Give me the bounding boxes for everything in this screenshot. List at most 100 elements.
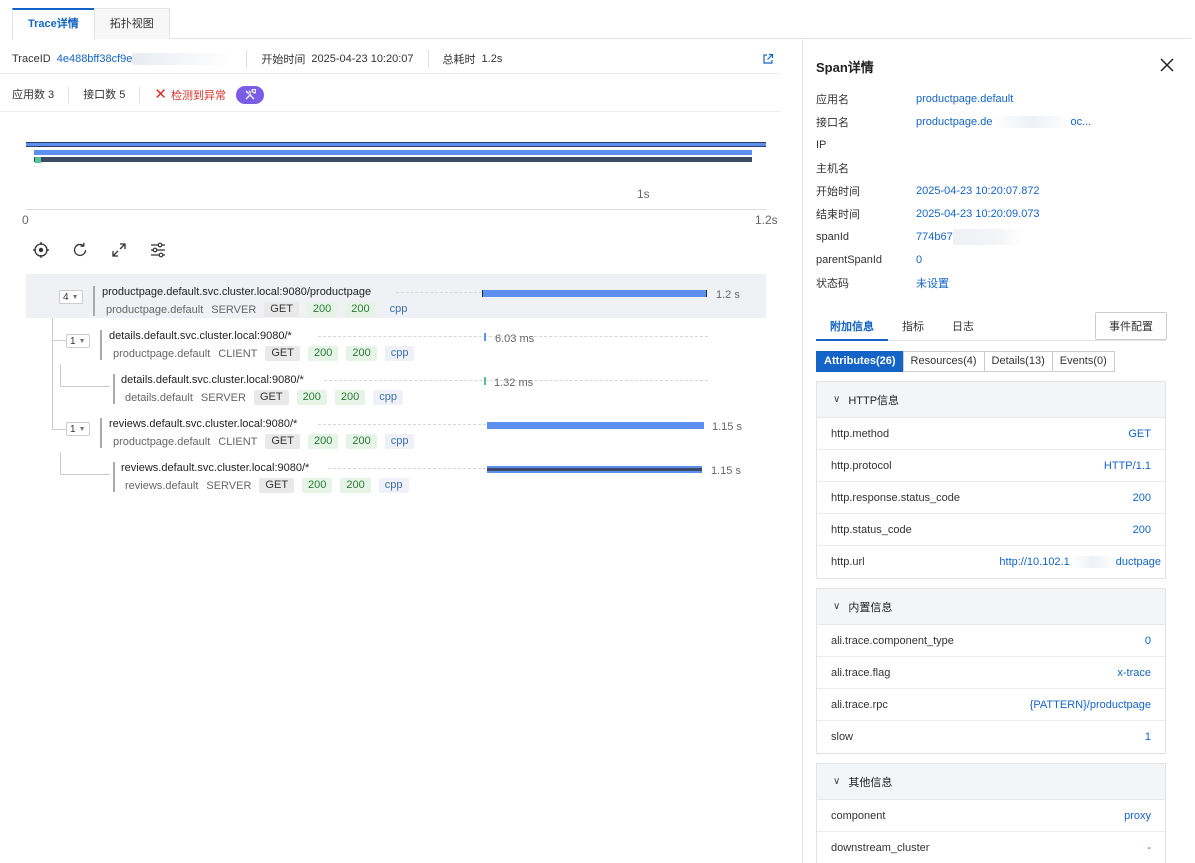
panel-title: Span详情	[816, 60, 874, 75]
span-duration: 1.15 s	[712, 421, 742, 433]
section-header[interactable]: ∨ 内置信息	[817, 589, 1165, 625]
span-row[interactable]: 4 ▼ productpage.default.svc.cluster.local…	[26, 274, 766, 318]
filter-button[interactable]	[147, 239, 169, 261]
tree-toolbar	[30, 239, 186, 261]
status-tag: 200	[306, 302, 338, 317]
field-value: 2025-04-23 10:20:09.073	[916, 208, 1040, 220]
span-duration-bar	[484, 377, 486, 385]
tab-metrics[interactable]: 指标	[888, 317, 938, 341]
status-tag: 200	[340, 478, 371, 493]
span-row[interactable]: 1 ▼ reviews.default.svc.cluster.local:908…	[26, 406, 766, 450]
tab-extra-info[interactable]: 附加信息	[816, 317, 888, 341]
language-tag: cpp	[378, 478, 409, 493]
span-name: productpage.default.svc.cluster.local:90…	[102, 286, 372, 298]
attr-key: http.response.status_code	[831, 491, 961, 504]
span-marker	[93, 286, 95, 316]
status-tag: 200	[345, 302, 376, 317]
field-label: 接口名	[816, 117, 849, 129]
field-start-time: 开始时间 2025-04-23 10:20:07.872	[816, 182, 1186, 200]
child-count-toggle[interactable]: 1 ▼	[66, 334, 90, 348]
segment-details[interactable]: Details(13)	[983, 351, 1053, 372]
target-icon	[33, 242, 49, 258]
diagnose-tool-button[interactable]	[235, 86, 264, 104]
sliders-icon	[151, 242, 165, 258]
span-duration: 1.15 s	[711, 465, 741, 477]
event-config-button[interactable]: 事件配置	[1095, 312, 1167, 340]
timeline-guide	[318, 424, 486, 425]
attr-row: http.method GET	[817, 418, 1165, 450]
attr-value: 200	[1132, 491, 1151, 504]
field-value: 未设置	[916, 278, 949, 290]
attr-value: {PATTERN}/productpage	[1029, 698, 1151, 711]
segment-events[interactable]: Events(0)	[1051, 351, 1115, 372]
tools-icon	[245, 89, 256, 100]
chevron-down-icon: ∨	[833, 601, 841, 612]
status-tag: 200	[346, 434, 377, 449]
trace-id-value[interactable]: 4e488bff38cf9e	[57, 53, 133, 65]
section-title: 内置信息	[848, 601, 893, 614]
tab-logs[interactable]: 日志	[938, 317, 988, 341]
child-count-toggle[interactable]: 4 ▼	[59, 290, 83, 304]
attr-value-wrap[interactable]: http://10.102.1 ductpage	[999, 556, 1161, 568]
segment-attributes[interactable]: Attributes(26)	[816, 351, 904, 372]
field-value[interactable]: productpage.default	[916, 93, 1013, 105]
tab-trace-detail[interactable]: Trace详情	[12, 8, 95, 40]
section-header[interactable]: ∨ HTTP信息	[817, 382, 1165, 418]
field-value-wrap[interactable]: 774b67	[916, 229, 1023, 245]
status-tag: 200	[334, 390, 366, 405]
attr-key: downstream_cluster	[831, 842, 930, 854]
time-axis	[26, 209, 766, 210]
field-app: 应用名 productpage.default	[816, 90, 1186, 108]
attr-row: component proxy	[817, 800, 1165, 832]
tab-topology[interactable]: 拓扑视图	[93, 8, 170, 39]
method-tag: GET	[265, 346, 300, 361]
attr-value: x-trace	[1117, 666, 1151, 679]
chevron-down-icon: ▼	[71, 293, 79, 301]
field-value-wrap[interactable]: productpage.de oc...	[916, 116, 1091, 128]
expand-button[interactable]	[108, 239, 130, 261]
section-title: HTTP信息	[848, 394, 900, 407]
span-row[interactable]: details.default.svc.cluster.local:9080/*…	[26, 362, 766, 406]
trace-minimap[interactable]	[26, 139, 766, 169]
field-label: parentSpanId	[816, 254, 883, 266]
attr-key: http.method	[831, 427, 890, 440]
field-value[interactable]: 0	[916, 254, 922, 266]
chevron-down-icon: ∨	[833, 394, 841, 405]
attr-value: GET	[1128, 427, 1151, 440]
span-app: productpage.default	[113, 435, 211, 448]
status-tag: 200	[308, 434, 339, 449]
anomaly-label: 检测到异常	[170, 90, 226, 102]
span-row[interactable]: 1 ▼ details.default.svc.cluster.local:908…	[26, 318, 766, 362]
section-header[interactable]: ∨ 其他信息	[817, 764, 1165, 800]
trace-id-label: TraceID	[12, 53, 51, 65]
section-http: ∨ HTTP信息 http.method GET http.protocol HTT…	[816, 381, 1166, 579]
method-tag: GET	[259, 478, 295, 493]
segment-resources[interactable]: Resources(4)	[902, 351, 985, 372]
expand-icon	[112, 243, 126, 257]
minimap-bar	[34, 150, 752, 155]
attr-key: component	[831, 809, 886, 822]
chevron-down-icon: ▼	[78, 337, 86, 345]
close-icon: ✕	[154, 86, 167, 103]
field-label: 开始时间	[816, 186, 860, 198]
span-name: details.default.svc.cluster.local:9080/*	[109, 330, 292, 342]
child-count-toggle[interactable]: 1 ▼	[66, 422, 90, 436]
field-value: 774b67	[916, 231, 953, 243]
endpoint-count: 接口数 5	[83, 87, 141, 103]
refresh-button[interactable]	[69, 239, 91, 261]
total-time-label: 总耗时	[442, 54, 476, 66]
anomaly-indicator[interactable]: ✕ 检测到异常	[154, 87, 226, 103]
axis-tick-mid: 1s	[637, 187, 650, 201]
section-builtin: ∨ 内置信息 ali.trace.component_type 0 ali.tra…	[816, 588, 1166, 754]
close-icon[interactable]	[1159, 57, 1175, 73]
span-row[interactable]: reviews.default.svc.cluster.local:9080/*…	[26, 450, 766, 494]
minimap-bar	[26, 142, 766, 147]
field-value: 2025-04-23 10:20:07.872	[916, 185, 1040, 197]
language-tag: cpp	[384, 346, 415, 361]
span-duration: 1.32 ms	[494, 377, 534, 389]
locate-button[interactable]	[30, 239, 52, 261]
attr-row: http.protocol HTTP/1.1	[817, 450, 1165, 482]
total-time-value: 1.2s	[481, 53, 503, 65]
external-link-icon[interactable]	[762, 53, 774, 65]
field-label: 结束时间	[816, 209, 860, 221]
